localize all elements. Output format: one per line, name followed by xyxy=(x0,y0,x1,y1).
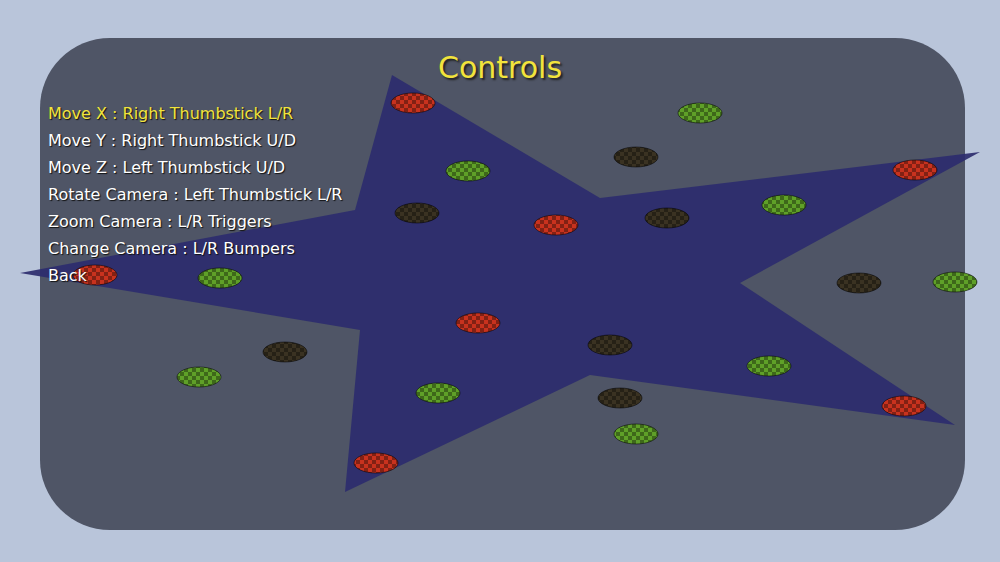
ball xyxy=(534,215,578,235)
ball xyxy=(747,356,791,376)
ball xyxy=(645,208,689,228)
ball xyxy=(933,272,977,292)
ball xyxy=(416,383,460,403)
menu-item[interactable]: Back xyxy=(48,262,1000,289)
menu-content: ControlsMove X : Right Thumbstick L/RMov… xyxy=(0,0,1000,289)
controls-menu: Move X : Right Thumbstick L/RMove Y : Ri… xyxy=(0,100,1000,289)
menu-item[interactable]: Zoom Camera : L/R Triggers xyxy=(48,208,1000,235)
ball xyxy=(588,335,632,355)
ball xyxy=(446,161,490,181)
ball xyxy=(456,313,500,333)
ball xyxy=(198,268,242,288)
ball xyxy=(354,453,398,473)
ball xyxy=(837,273,881,293)
ball xyxy=(614,424,658,444)
menu-item[interactable]: Move Y : Right Thumbstick U/D xyxy=(48,127,1000,154)
controls-screen: ControlsMove X : Right Thumbstick L/RMov… xyxy=(0,0,1000,562)
menu-item[interactable]: Move Z : Left Thumbstick U/D xyxy=(48,154,1000,181)
ball xyxy=(263,342,307,362)
menu-item[interactable]: Change Camera : L/R Bumpers xyxy=(48,235,1000,262)
ball xyxy=(893,160,937,180)
ball xyxy=(678,103,722,123)
menu-item[interactable]: Move X : Right Thumbstick L/R xyxy=(48,100,1000,127)
ball xyxy=(177,367,221,387)
menu-item[interactable]: Rotate Camera : Left Thumbstick L/R xyxy=(48,181,1000,208)
screen-title: Controls xyxy=(0,50,1000,86)
ball xyxy=(598,388,642,408)
ball xyxy=(762,195,806,215)
ball xyxy=(614,147,658,167)
ball xyxy=(882,396,926,416)
ball xyxy=(391,93,435,113)
ball xyxy=(395,203,439,223)
